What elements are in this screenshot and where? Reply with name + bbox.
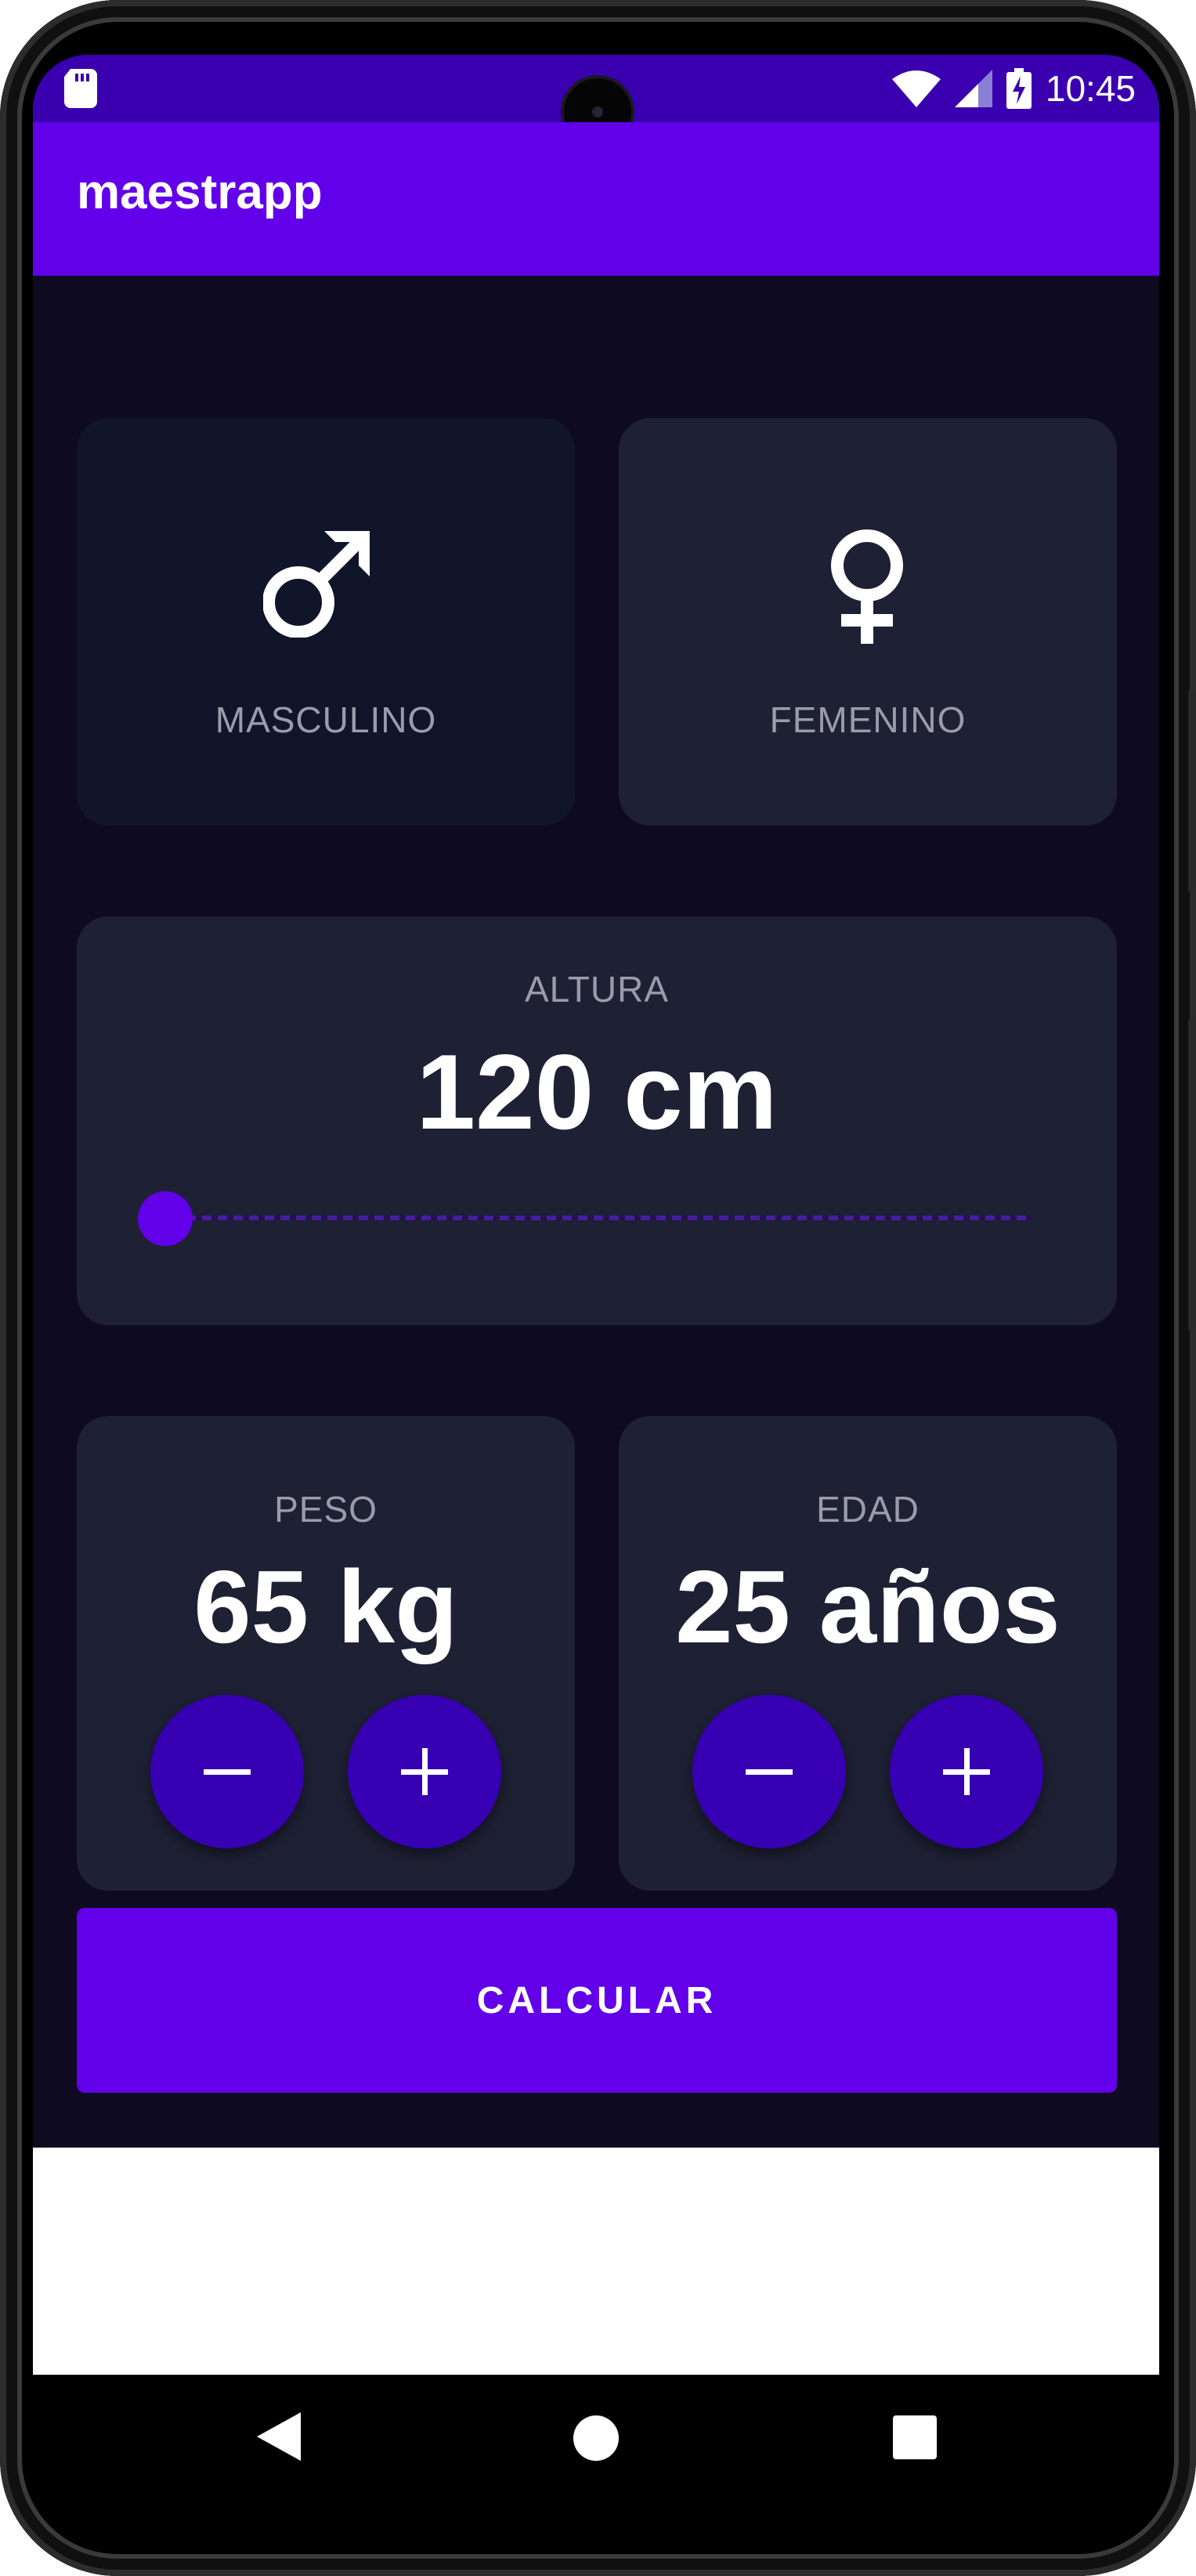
sd-card-icon <box>64 69 97 108</box>
weight-card: PESO 65 kg <box>77 1416 575 1891</box>
minus-icon <box>746 1769 793 1775</box>
height-card: ALTURA 120 cm <box>77 916 1117 1325</box>
age-label: EDAD <box>816 1489 920 1530</box>
status-icons: 10:45 <box>891 64 1136 113</box>
signal-icon <box>954 70 992 107</box>
wifi-icon <box>891 70 941 107</box>
plus-icon <box>943 1748 990 1795</box>
status-clock: 10:45 <box>1045 68 1136 109</box>
height-label: ALTURA <box>524 969 670 1010</box>
height-slider-track[interactable] <box>171 1216 1032 1220</box>
gender-card-female[interactable]: FEMENINO <box>619 418 1117 826</box>
navigation-bar <box>33 2375 1159 2498</box>
back-icon[interactable] <box>257 2412 301 2461</box>
age-card: EDAD 25 años <box>619 1416 1117 1891</box>
female-icon <box>831 529 903 644</box>
age-decrease-button[interactable] <box>692 1695 846 1848</box>
gender-card-male[interactable]: MASCULINO <box>77 418 575 826</box>
age-value: 25 años <box>675 1549 1061 1664</box>
weight-label: PESO <box>274 1489 378 1530</box>
calculate-button[interactable]: CALCULAR <box>77 1908 1117 2093</box>
app-title: maestrapp <box>77 165 323 219</box>
main-content: MASCULINO FEMENINO ALTURA 120 cm PESO 65… <box>33 276 1159 2148</box>
screen: 10:45 maestrapp MASCULINO FEMENINO ALTUR… <box>33 55 1159 2498</box>
weight-value: 65 kg <box>193 1549 458 1664</box>
height-value: 120 cm <box>416 1032 778 1151</box>
plus-icon <box>401 1748 448 1795</box>
battery-charging-icon <box>1006 68 1032 109</box>
male-icon <box>263 531 370 638</box>
weight-decrease-button[interactable] <box>150 1695 304 1848</box>
volume-button <box>1188 689 1196 893</box>
app-bar: maestrapp <box>33 122 1159 276</box>
age-increase-button[interactable] <box>890 1695 1043 1848</box>
blank-area <box>33 2148 1159 2375</box>
height-slider-thumb[interactable] <box>138 1191 193 1246</box>
minus-icon <box>204 1769 251 1775</box>
male-label: MASCULINO <box>215 699 437 740</box>
recents-icon[interactable] <box>893 2415 937 2459</box>
weight-increase-button[interactable] <box>348 1695 501 1848</box>
female-label: FEMENINO <box>769 699 967 740</box>
home-icon[interactable] <box>572 2414 620 2462</box>
power-button <box>1188 1018 1196 1331</box>
